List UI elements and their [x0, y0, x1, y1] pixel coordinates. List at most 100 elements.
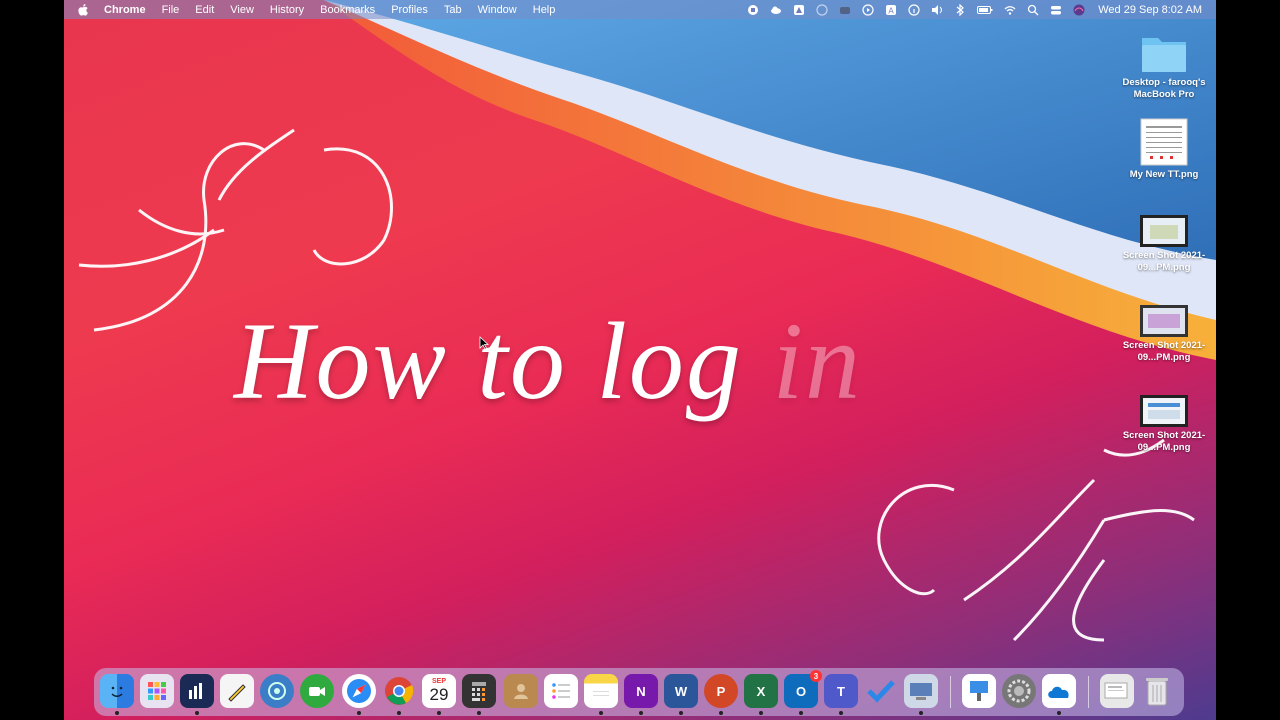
dock-preview-tool[interactable] [220, 674, 254, 708]
dock-launchpad[interactable] [140, 674, 174, 708]
desktop-icon-folder[interactable]: Desktop - farooq's MacBook Pro [1109, 32, 1216, 101]
menu-window[interactable]: Window [470, 4, 525, 16]
menu-profiles[interactable]: Profiles [383, 4, 436, 16]
text-input-icon[interactable]: A [885, 4, 897, 16]
desktop-screen: Chrome File Edit View History Bookmarks … [64, 0, 1216, 720]
dock-excel[interactable]: X [744, 674, 778, 715]
pencil-icon [228, 684, 246, 702]
dock-remote-desktop[interactable] [260, 674, 294, 708]
dock-system-preferences[interactable] [1002, 674, 1036, 708]
wifi-icon[interactable] [1004, 4, 1016, 16]
dock-safari[interactable] [342, 674, 376, 715]
dock-onedrive[interactable] [1042, 674, 1076, 715]
running-indicator [599, 711, 603, 715]
screenshot-file-icon [1140, 305, 1188, 337]
bluetooth-icon[interactable] [954, 3, 966, 16]
desktop-icon-my-new-tt[interactable]: My New TT.png [1109, 118, 1216, 181]
apple-menu-icon[interactable] [76, 3, 90, 17]
menu-bar: Chrome File Edit View History Bookmarks … [64, 0, 1216, 19]
desktop-icon-screenshot-3[interactable]: Screen Shot 2021-09...PM.png [1109, 395, 1216, 454]
running-indicator [115, 711, 119, 715]
globe-icon[interactable] [816, 3, 828, 16]
dock-migration[interactable] [904, 674, 938, 715]
satellite-icon [268, 682, 286, 700]
info-icon[interactable] [908, 3, 920, 16]
dock-finder[interactable] [100, 674, 134, 715]
spotlight-search-icon[interactable] [1027, 4, 1039, 16]
running-indicator [799, 711, 803, 715]
menu-history[interactable]: History [262, 4, 312, 16]
bar-chart-icon [189, 683, 202, 699]
launchpad-icon [148, 682, 166, 700]
dock-separator [1088, 676, 1089, 708]
volume-icon[interactable] [931, 4, 943, 16]
headline-faded: in [772, 300, 862, 422]
running-indicator [397, 711, 401, 715]
control-center-icon[interactable] [1050, 4, 1062, 16]
checkmark-icon [867, 680, 895, 703]
menu-tab[interactable]: Tab [436, 4, 470, 16]
menu-clock[interactable]: Wed 29 Sep 8:02 AM [1098, 4, 1202, 16]
screen-record-icon[interactable] [747, 4, 759, 16]
headline-text: How to log in [234, 298, 862, 425]
running-indicator [919, 711, 923, 715]
dock-reminders[interactable] [544, 674, 578, 708]
headline-main: How to log [234, 300, 773, 422]
trash-icon [1146, 678, 1168, 706]
dock-teams[interactable]: T [824, 674, 858, 715]
dock-chrome[interactable] [382, 674, 416, 715]
desktop-icon-label: Desktop - farooq's MacBook Pro [1122, 77, 1206, 100]
status-menu-area: A Wed 29 Sep 8:02 AM [747, 0, 1202, 19]
dock-separator [950, 676, 951, 708]
folder-icon [1142, 38, 1186, 72]
desktop-icon-label: My New TT.png [1129, 169, 1199, 180]
dock-system-monitor[interactable] [180, 674, 214, 715]
image-file-icon [1140, 118, 1188, 166]
running-indicator [477, 711, 481, 715]
running-indicator [679, 711, 683, 715]
menu-help[interactable]: Help [525, 4, 564, 16]
play-icon[interactable] [862, 3, 874, 16]
camera-icon[interactable] [839, 4, 851, 16]
menu-edit[interactable]: Edit [187, 4, 222, 16]
list-icon [552, 683, 570, 699]
notes-icon [593, 691, 609, 696]
dock-calendar[interactable]: SEP 29 [422, 674, 456, 715]
dock-facetime[interactable] [300, 674, 334, 708]
menu-file[interactable]: File [154, 4, 188, 16]
video-icon [309, 687, 325, 696]
menu-view[interactable]: View [222, 4, 262, 16]
running-indicator [437, 711, 441, 715]
menu-app-chrome[interactable]: Chrome [96, 4, 154, 16]
computer-icon [910, 683, 932, 700]
running-indicator [195, 711, 199, 715]
dock-word[interactable]: W [664, 674, 698, 715]
dock-powerpoint[interactable]: P [704, 674, 738, 715]
dock-trash[interactable] [1140, 674, 1174, 708]
battery-icon[interactable] [977, 4, 993, 16]
dock-onenote[interactable]: N [624, 674, 658, 715]
desktop-icon-screenshot-1[interactable]: Screen Shot 2021-09...PM.png [1109, 215, 1216, 274]
finder-icon [111, 686, 123, 697]
gear-icon [1007, 679, 1031, 703]
dock-contacts[interactable] [504, 674, 538, 708]
dock-todo[interactable] [864, 674, 898, 708]
dock-outlook[interactable]: O3 [784, 670, 822, 715]
dock-notes[interactable] [584, 674, 618, 715]
screenshot-file-icon [1140, 215, 1188, 247]
dock-keynote[interactable] [962, 674, 996, 708]
dock-calculator[interactable] [462, 674, 496, 715]
chrome-icon [385, 677, 414, 705]
menu-bookmarks[interactable]: Bookmarks [312, 4, 383, 16]
podium-icon [970, 681, 988, 701]
desktop-icon-label: Screen Shot 2021-09...PM.png [1122, 430, 1206, 453]
cloud-icon[interactable] [770, 4, 782, 16]
drive-icon[interactable] [793, 4, 805, 16]
calculator-icon [472, 682, 486, 701]
desktop-icon-screenshot-2[interactable]: Screen Shot 2021-09...PM.png [1109, 305, 1216, 364]
siri-icon[interactable] [1073, 4, 1085, 16]
svg-text:A: A [889, 6, 895, 15]
dock-downloads[interactable] [1100, 674, 1134, 708]
desktop-icon-label: Screen Shot 2021-09...PM.png [1122, 250, 1206, 273]
mouse-cursor-icon [479, 336, 489, 350]
